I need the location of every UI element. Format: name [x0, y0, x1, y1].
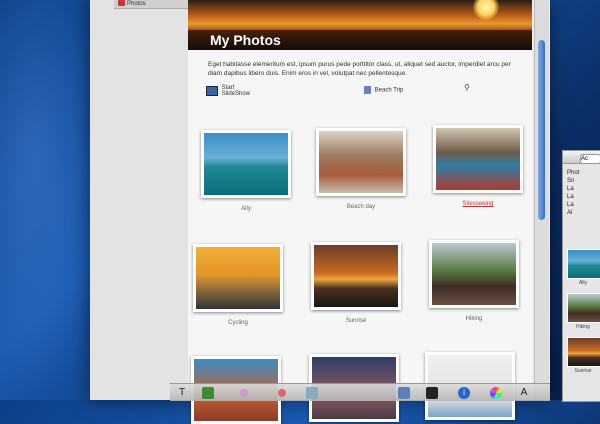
- vertical-scrollbar[interactable]: [534, 0, 549, 400]
- tree-item[interactable]: La: [567, 201, 600, 209]
- link-icon[interactable]: ⚲: [464, 83, 470, 92]
- main-content: My Photos Eget habitasse elementum est, …: [188, 0, 532, 424]
- photo-thumbnail[interactable]: [316, 128, 406, 196]
- app-icon: [118, 0, 125, 7]
- photo-caption: Sunrise: [345, 318, 367, 324]
- photo-thumbnail[interactable]: [311, 242, 401, 310]
- font-tool-icon[interactable]: A: [518, 387, 530, 399]
- palette-thumbnail[interactable]: [567, 337, 600, 367]
- description-text: Eget habitasse elementum est, ipsum puru…: [208, 61, 511, 77]
- palette-tree: Phot Sn La La La Al: [567, 169, 600, 217]
- side-palette: Ac Phot Sn La La La Al Ally Hiking Sunri…: [562, 150, 600, 402]
- photo-caption-link[interactable]: Sitesseeing: [428, 201, 528, 207]
- photo-caption: Hiking: [465, 316, 483, 322]
- tree-item[interactable]: Phot: [567, 169, 600, 177]
- red-app-icon[interactable]: [278, 389, 286, 397]
- palette-caption: Sunrise: [574, 368, 592, 374]
- palette-caption: Ally: [578, 280, 588, 286]
- window-app-icon[interactable]: [306, 387, 318, 399]
- banner-title-bar: My Photos: [188, 30, 532, 50]
- tree-item[interactable]: Al: [567, 209, 600, 217]
- tree-item[interactable]: La: [567, 185, 600, 193]
- palette-thumbnail[interactable]: [567, 249, 600, 279]
- window-title-tab[interactable]: Photos: [114, 0, 188, 9]
- beach-trip-label: Beach Trip: [374, 87, 404, 94]
- header-banner: My Photos: [188, 0, 532, 50]
- photo-thumbnail[interactable]: [193, 244, 283, 312]
- start-slideshow-button[interactable]: Start SlideShow: [206, 85, 250, 97]
- tree-item[interactable]: Sn: [567, 177, 600, 185]
- terminal-app-icon[interactable]: [426, 387, 438, 399]
- photos-window: Photos My Photos Eget habitasse elementu…: [90, 0, 550, 424]
- palette-button[interactable]: Ac: [580, 154, 600, 164]
- photo-thumbnail[interactable]: [429, 240, 519, 308]
- sidebar: Photos: [90, 0, 189, 400]
- finder-app-icon[interactable]: [398, 387, 410, 399]
- scrollbar-thumb[interactable]: [538, 40, 545, 220]
- photo-thumbnail[interactable]: [201, 130, 291, 198]
- photo-toolbar: Start SlideShow Beach Trip ⚲: [206, 83, 516, 103]
- window-title: Photos: [127, 1, 146, 7]
- palette-thumbnail[interactable]: [567, 293, 600, 323]
- pink-app-icon[interactable]: [240, 389, 248, 397]
- green-app-icon[interactable]: [202, 387, 214, 399]
- sun-graphic: [473, 0, 499, 20]
- photo-caption: Ally: [241, 206, 251, 212]
- dock: T i A: [170, 383, 550, 401]
- palette-caption: Hiking: [576, 324, 590, 330]
- text-tool-icon[interactable]: T: [176, 387, 188, 399]
- info-icon[interactable]: i: [458, 387, 470, 399]
- slideshow-icon: [206, 86, 218, 96]
- start-slideshow-label: Start SlideShow: [221, 85, 251, 97]
- page-title: My Photos: [210, 32, 281, 48]
- palette-header: Ac: [563, 151, 600, 164]
- photo-thumbnail[interactable]: [433, 125, 523, 193]
- color-wheel-icon[interactable]: [490, 387, 502, 399]
- beach-trip-link[interactable]: Beach Trip: [364, 86, 403, 94]
- tree-item[interactable]: La: [567, 193, 600, 201]
- album-icon: [364, 86, 371, 94]
- photo-caption: Cycling: [228, 320, 248, 326]
- photo-caption: Beach day: [346, 204, 376, 210]
